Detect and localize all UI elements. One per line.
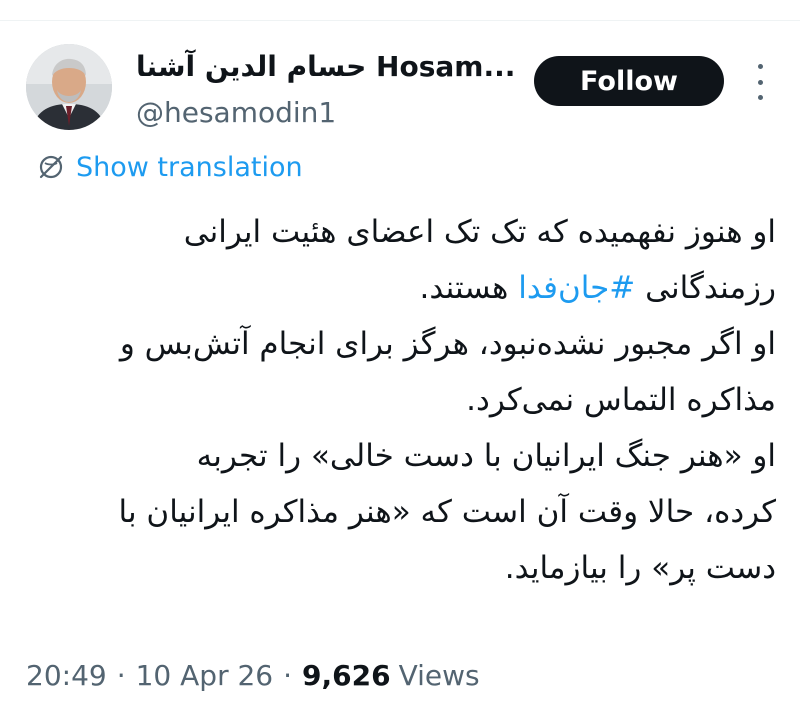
more-options-icon[interactable]	[750, 64, 770, 100]
tweet-text: او هنوز نفهمیده که تک تک اعضای هئیت ایرا…	[24, 204, 777, 596]
globe-translate-icon	[39, 155, 63, 179]
show-translation-link[interactable]: Show translation	[36, 150, 303, 184]
dot-icon	[757, 79, 763, 85]
tweet-date[interactable]: 10 Apr 26	[136, 659, 274, 692]
meta-separator: ·	[283, 658, 293, 692]
avatar[interactable]	[26, 44, 112, 130]
dot-icon	[757, 64, 763, 69]
tweet-meta: 20:49 · 10 Apr 26 · 9,626 Views	[26, 655, 480, 695]
dot-icon	[757, 95, 763, 100]
display-name-rtl: حسام الدين آشنا	[136, 50, 367, 83]
follow-button[interactable]: Follow	[534, 56, 724, 106]
avatar-photo	[26, 44, 112, 130]
user-handle[interactable]: @hesamodin1	[136, 96, 336, 129]
top-divider	[0, 20, 800, 21]
views-count: 9,626	[302, 658, 391, 692]
display-name[interactable]: حسام الدين آشنا Hosam...	[136, 50, 515, 83]
tweet-time[interactable]: 20:49	[26, 659, 107, 692]
meta-separator: ·	[116, 658, 126, 692]
show-translation-label: Show translation	[76, 151, 303, 183]
tweet-text-part-2: هستند. او اگر مجبور نشده‌نبود، هرگز برای…	[118, 270, 777, 586]
views-label: Views	[398, 658, 480, 692]
hashtag-link[interactable]: #جان‌فدا	[518, 270, 635, 306]
display-name-ltr: Hosam...	[376, 50, 516, 83]
